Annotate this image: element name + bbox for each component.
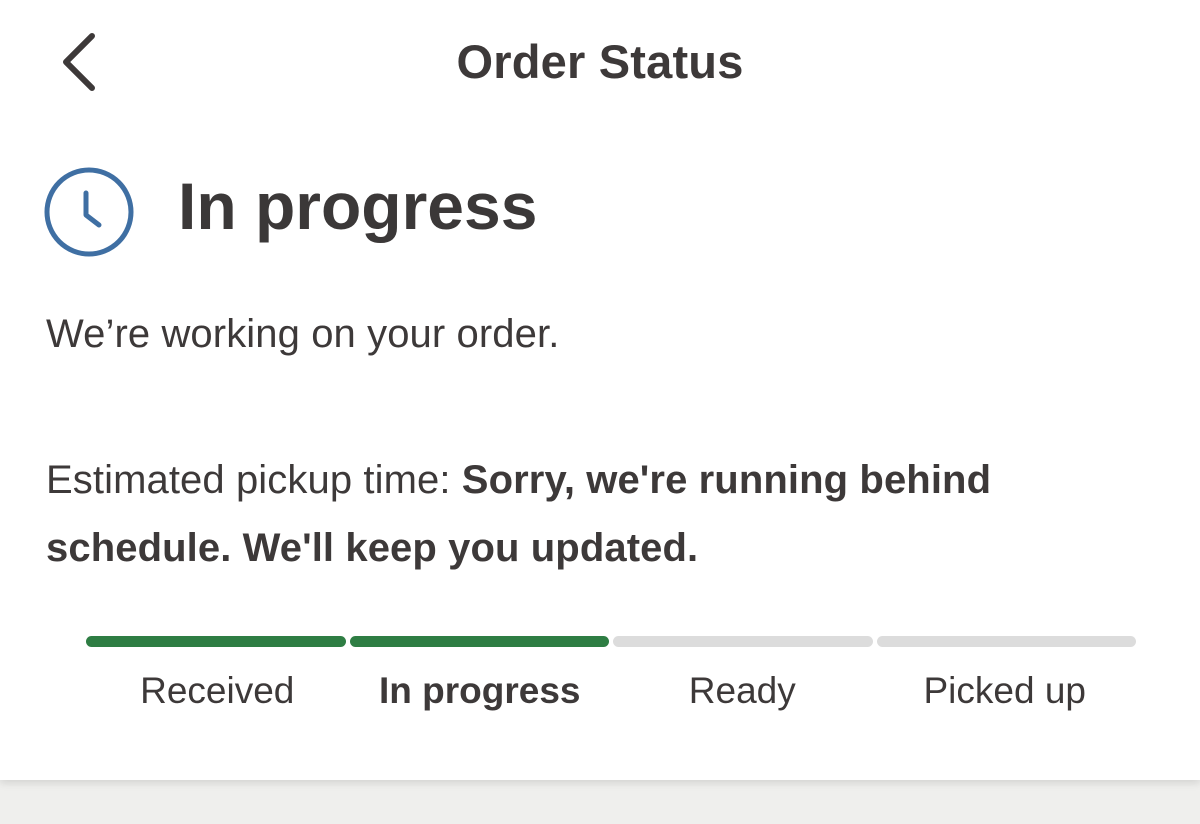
status-message: We’re working on your order.: [46, 312, 560, 356]
step-label-received: Received: [140, 670, 295, 711]
progress-segment-ready: [613, 636, 873, 647]
pickup-label: Estimated pickup time:: [46, 458, 462, 502]
progress-segment-received: [86, 636, 346, 647]
progress-step-labels: Received In progress Ready Picked up: [86, 670, 1136, 712]
clock-icon: [44, 167, 134, 257]
page-title: Order Status: [456, 35, 744, 88]
status-title: In progress: [178, 169, 538, 243]
progress-segment-in-progress: [349, 636, 609, 647]
progress-segment-picked-up: [876, 636, 1136, 647]
estimated-pickup: Estimated pickup time: Sorry, we're runn…: [46, 446, 1156, 582]
status-heading: In progress: [42, 162, 537, 262]
order-status-card: Order Status In progress We’re working o…: [0, 0, 1200, 780]
step-label-ready: Ready: [688, 670, 796, 711]
progress-bar: [86, 636, 1136, 647]
header: Order Status: [0, 0, 1200, 124]
step-label-in-progress: In progress: [379, 670, 581, 711]
step-label-picked-up: Picked up: [923, 670, 1087, 711]
